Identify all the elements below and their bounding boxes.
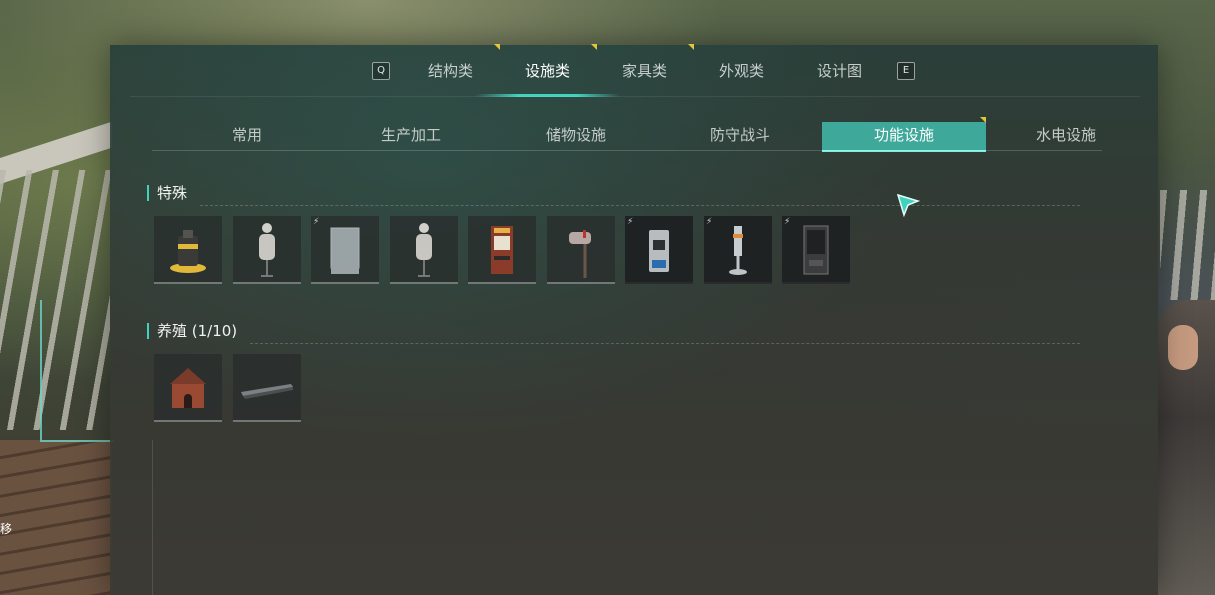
- doghouse-icon: [170, 368, 206, 408]
- generator-machine-icon: [170, 230, 206, 273]
- item-slot-mannequin[interactable]: [390, 216, 458, 284]
- section-divider: [250, 343, 1080, 344]
- subtab-common[interactable]: 常用: [165, 122, 329, 150]
- key-hint-e: E: [897, 62, 915, 80]
- subtab-defense[interactable]: 防守战斗: [658, 122, 822, 150]
- subtab-storage[interactable]: 储物设施: [494, 122, 658, 150]
- item-slot-mailbox[interactable]: [547, 216, 615, 284]
- arcade-machine-icon: [491, 226, 513, 274]
- divider: [152, 150, 1102, 151]
- subtab-production[interactable]: 生产加工: [329, 122, 493, 150]
- side-hint-text: 移: [0, 522, 13, 536]
- deck-floor: [0, 440, 112, 595]
- new-marker-icon: [688, 44, 694, 50]
- right-railing: [1160, 190, 1215, 300]
- mannequin-icon: [259, 223, 275, 277]
- tab-blueprints[interactable]: 设计图: [817, 60, 862, 84]
- water-dispenser-icon: [649, 230, 669, 272]
- subtab-utilities[interactable]: 水电设施: [986, 122, 1100, 150]
- heater-lamp-icon: [729, 226, 747, 275]
- subtab-function[interactable]: 功能设施: [822, 122, 986, 152]
- mannequin-icon: [416, 223, 432, 277]
- item-slot-feeding-trough[interactable]: [233, 354, 301, 422]
- item-slot-doghouse[interactable]: [154, 354, 222, 422]
- section-divider: [200, 205, 1080, 206]
- divider: [130, 96, 1140, 97]
- new-marker-icon: [591, 44, 597, 50]
- new-marker-icon: [494, 44, 500, 50]
- item-slot-glass-cabinet[interactable]: ⚡: [311, 216, 379, 284]
- feeding-trough-icon: [241, 384, 293, 399]
- panel-frame-edge: [152, 440, 153, 595]
- placement-outline: [40, 300, 114, 442]
- mailbox-icon: [569, 230, 591, 278]
- item-slot-water-dispenser[interactable]: ⚡: [625, 216, 693, 284]
- player-head: [1168, 325, 1198, 370]
- tab-furniture[interactable]: 家具类: [622, 60, 667, 84]
- tab-appearance[interactable]: 外观类: [719, 60, 764, 84]
- key-hint-q: Q: [372, 62, 390, 80]
- item-slot-arcade[interactable]: [468, 216, 536, 284]
- item-slot-vending-machine[interactable]: ⚡: [782, 216, 850, 284]
- item-slot-generator[interactable]: [154, 216, 222, 284]
- tab-structures[interactable]: 结构类: [428, 60, 473, 84]
- item-slot-mannequin[interactable]: [233, 216, 301, 284]
- vending-machine-icon: [803, 225, 829, 275]
- section-title-special: 特殊: [147, 185, 187, 201]
- item-slot-heater[interactable]: ⚡: [704, 216, 772, 284]
- tab-facilities[interactable]: 设施类: [525, 60, 570, 84]
- pointer-cursor-icon: [896, 193, 920, 217]
- glass-cabinet-icon: [330, 227, 360, 274]
- section-title-breeding: 养殖 (1/10): [147, 323, 237, 339]
